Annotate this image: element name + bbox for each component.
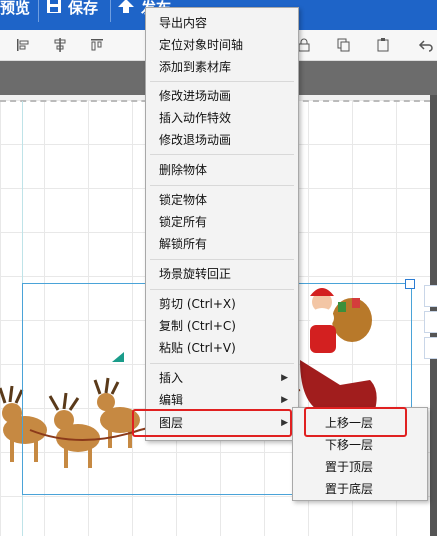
menu-item-label: 删除物体 <box>159 163 208 177</box>
menu-item-label: 场景旋转回正 <box>159 267 232 281</box>
save-button[interactable]: 保存 <box>46 0 98 30</box>
undo-icon[interactable] <box>418 37 434 53</box>
submenu-item-send-backward[interactable]: 下移一层 <box>293 434 427 456</box>
context-menu: 导出内容 定位对象时间轴 添加到素材库 修改进场动画 插入动作特效 修改退场动画… <box>145 7 299 441</box>
paste-icon[interactable] <box>375 37 391 53</box>
menu-item-label: 修改进场动画 <box>159 89 232 103</box>
submenu-item-label: 置于顶层 <box>325 460 374 474</box>
menu-item-label: 编辑 <box>159 393 184 407</box>
preview-button[interactable]: 预览 <box>0 0 30 30</box>
menu-item-delete-object[interactable]: 删除物体 <box>146 159 298 181</box>
side-tool-button[interactable] <box>424 311 437 333</box>
save-icon <box>47 0 61 13</box>
menu-separator <box>150 81 294 82</box>
menu-item-lock-all[interactable]: 锁定所有 <box>146 211 298 233</box>
save-label: 保存 <box>68 0 99 17</box>
menu-item-cut[interactable]: 剪切 (Ctrl+X) <box>146 293 298 315</box>
menu-item-label: 粘贴 (Ctrl+V) <box>159 341 236 355</box>
menu-item-label: 导出内容 <box>159 16 208 30</box>
menu-item-label: 定位对象时间轴 <box>159 38 244 52</box>
menu-item-label: 插入动作特效 <box>159 111 232 125</box>
menu-item-paste[interactable]: 粘贴 (Ctrl+V) <box>146 337 298 359</box>
menu-item-label: 剪切 (Ctrl+X) <box>159 297 236 311</box>
align-top-icon[interactable] <box>89 37 105 53</box>
menu-item-reset-rotation[interactable]: 场景旋转回正 <box>146 263 298 285</box>
divider <box>110 0 111 22</box>
chevron-right-icon: ▶ <box>281 395 288 405</box>
preview-label: 预览 <box>0 0 31 17</box>
highlight-box-bring-forward <box>304 407 407 437</box>
menu-item-label: 锁定物体 <box>159 193 208 207</box>
menu-item-label: 修改退场动画 <box>159 133 232 147</box>
menu-item-label: 添加到素材库 <box>159 60 232 74</box>
submenu-item-bring-to-front[interactable]: 置于顶层 <box>293 456 427 478</box>
side-tool-button[interactable] <box>424 337 437 359</box>
copy-icon[interactable] <box>336 37 352 53</box>
menu-item-locate-timeline[interactable]: 定位对象时间轴 <box>146 34 298 56</box>
menu-item-edit[interactable]: 编辑 ▶ <box>146 389 298 411</box>
menu-separator <box>150 363 294 364</box>
menu-item-export[interactable]: 导出内容 <box>146 12 298 34</box>
menu-separator <box>150 185 294 186</box>
divider <box>38 0 39 22</box>
menu-item-edit-enter-animation[interactable]: 修改进场动画 <box>146 85 298 107</box>
menu-item-label: 复制 (Ctrl+C) <box>159 319 236 333</box>
menu-separator <box>150 259 294 260</box>
side-tool-button[interactable] <box>424 285 437 307</box>
highlight-box-layer <box>132 409 292 437</box>
menu-item-copy[interactable]: 复制 (Ctrl+C) <box>146 315 298 337</box>
resize-handle[interactable] <box>405 279 415 289</box>
menu-item-label: 插入 <box>159 371 184 385</box>
menu-separator <box>150 154 294 155</box>
submenu-item-label: 下移一层 <box>325 438 374 452</box>
menu-item-lock-object[interactable]: 锁定物体 <box>146 189 298 211</box>
menu-item-label: 锁定所有 <box>159 215 208 229</box>
menu-separator <box>150 289 294 290</box>
menu-item-label: 解锁所有 <box>159 237 208 251</box>
menu-item-unlock-all[interactable]: 解锁所有 <box>146 233 298 255</box>
submenu-item-send-to-back[interactable]: 置于底层 <box>293 478 427 500</box>
align-left-icon[interactable] <box>15 37 31 53</box>
side-tools <box>424 285 437 363</box>
menu-item-add-to-library[interactable]: 添加到素材库 <box>146 56 298 78</box>
menu-item-insert-action-effect[interactable]: 插入动作特效 <box>146 107 298 129</box>
menu-item-insert[interactable]: 插入 ▶ <box>146 367 298 389</box>
align-center-icon[interactable] <box>52 37 68 53</box>
submenu-item-label: 置于底层 <box>325 482 374 496</box>
menu-item-edit-exit-animation[interactable]: 修改退场动画 <box>146 129 298 151</box>
chevron-right-icon: ▶ <box>281 373 288 383</box>
publish-icon <box>118 0 134 13</box>
